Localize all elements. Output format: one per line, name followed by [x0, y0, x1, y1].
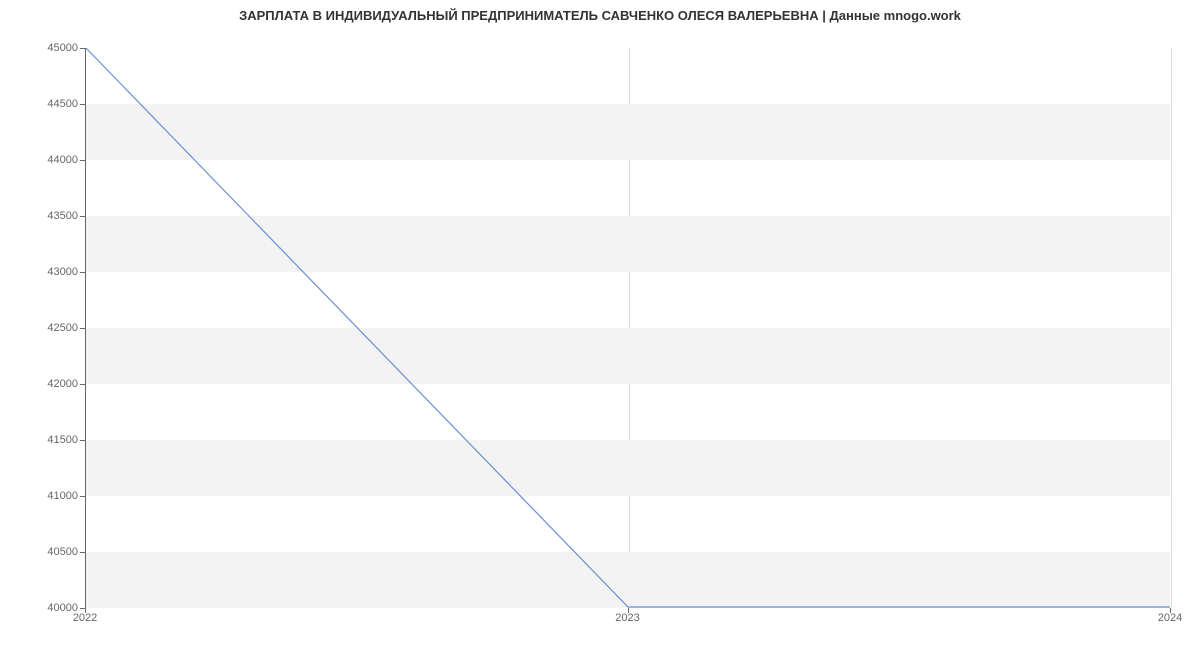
plot-area	[85, 48, 1170, 608]
y-tick	[80, 552, 85, 553]
y-tick	[80, 440, 85, 441]
y-tick-label: 45000	[8, 42, 78, 54]
y-tick-label: 43000	[8, 266, 78, 278]
y-tick	[80, 48, 85, 49]
y-tick-label: 44000	[8, 154, 78, 166]
x-tick-label: 2023	[615, 612, 639, 624]
y-tick-label: 42000	[8, 378, 78, 390]
chart-container: ЗАРПЛАТА В ИНДИВИДУАЛЬНЫЙ ПРЕДПРИНИМАТЕЛ…	[0, 0, 1200, 650]
y-tick-label: 41500	[8, 434, 78, 446]
y-tick	[80, 384, 85, 385]
y-tick	[80, 272, 85, 273]
y-tick	[80, 104, 85, 105]
y-tick	[80, 328, 85, 329]
y-tick	[80, 160, 85, 161]
y-tick-label: 42500	[8, 322, 78, 334]
chart-title: ЗАРПЛАТА В ИНДИВИДУАЛЬНЫЙ ПРЕДПРИНИМАТЕЛ…	[0, 8, 1200, 23]
y-tick	[80, 496, 85, 497]
y-tick	[80, 608, 85, 609]
y-tick	[80, 216, 85, 217]
line-series	[86, 48, 1170, 607]
x-gridline	[1171, 48, 1172, 607]
y-tick-label: 40000	[8, 602, 78, 614]
x-tick-label: 2024	[1158, 612, 1182, 624]
y-tick-label: 40500	[8, 546, 78, 558]
y-tick-label: 43500	[8, 210, 78, 222]
y-tick-label: 41000	[8, 490, 78, 502]
y-tick-label: 44500	[8, 98, 78, 110]
